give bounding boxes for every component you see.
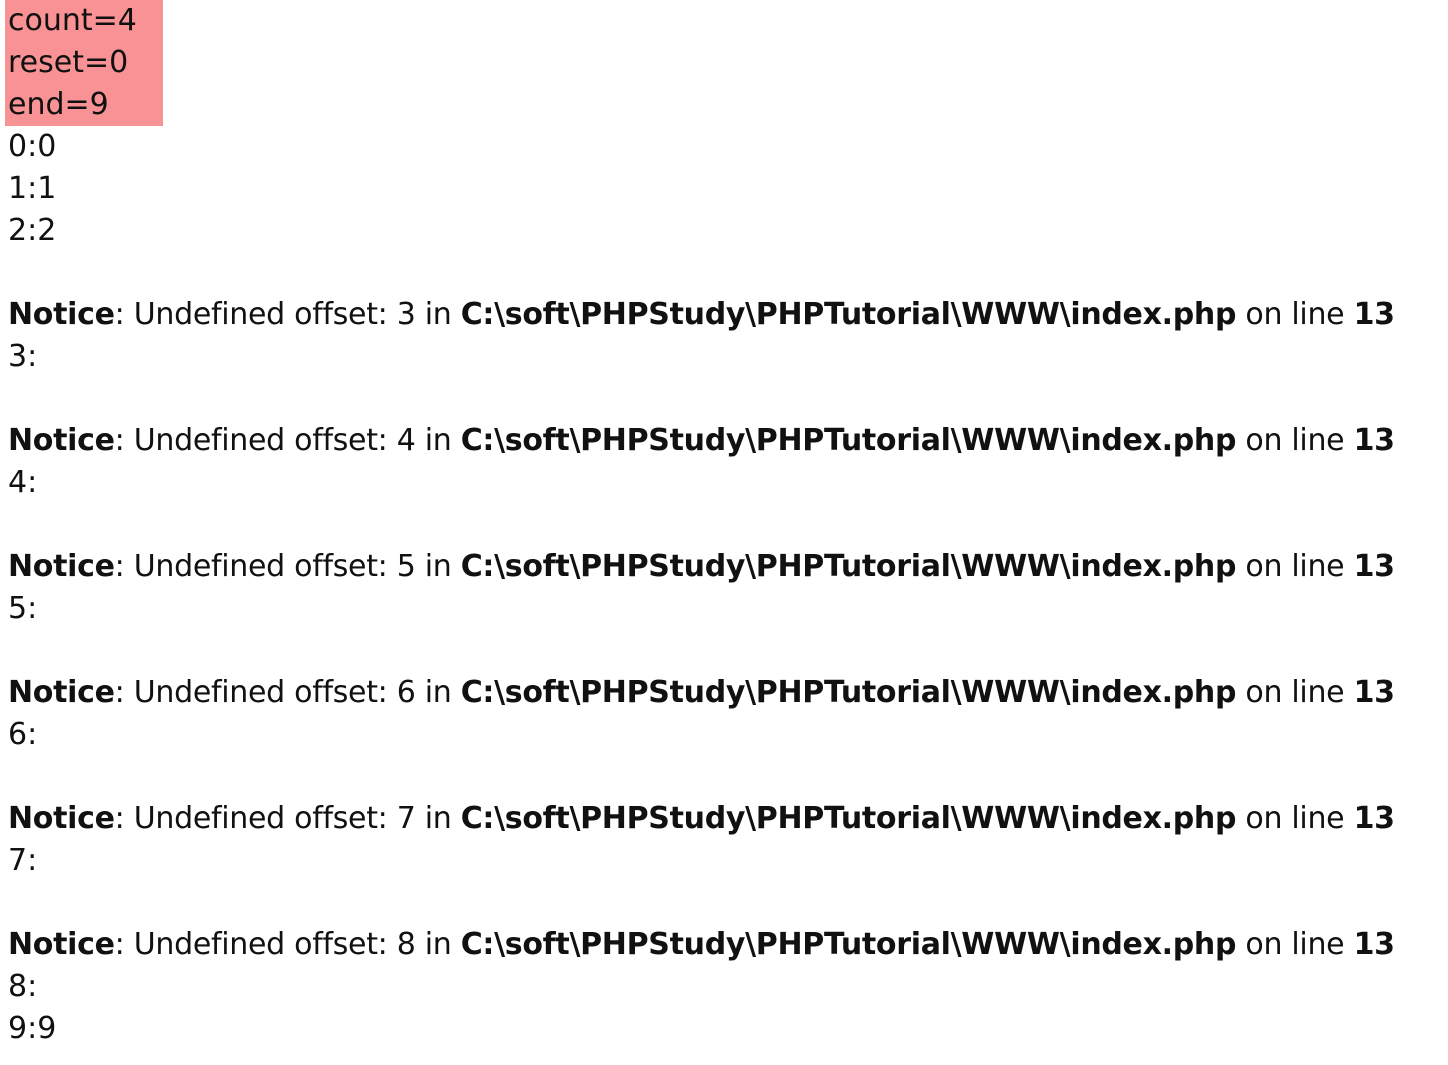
php-output-page: count=4 reset=0 end=9 0:0 1:1 2:2 Notice… <box>0 0 1448 1050</box>
var-end: end=9 <box>8 87 109 122</box>
notice-file-path: C:\soft\PHPStudy\PHPTutorial\WWW\index.p… <box>460 423 1237 458</box>
php-notice: Notice: Undefined offset: 7 in C:\soft\P… <box>8 798 1448 840</box>
notice-label: Notice <box>8 423 115 458</box>
notice-on-line: on line <box>1236 801 1354 836</box>
output-row: 5: <box>8 591 38 626</box>
notice-file-path: C:\soft\PHPStudy\PHPTutorial\WWW\index.p… <box>460 675 1237 710</box>
output-row: 2:2 <box>8 213 57 248</box>
output-row: 8: <box>8 969 38 1004</box>
notice-file-path: C:\soft\PHPStudy\PHPTutorial\WWW\index.p… <box>460 801 1237 836</box>
php-notice: Notice: Undefined offset: 8 in C:\soft\P… <box>8 924 1448 966</box>
output-row: 3: <box>8 339 38 374</box>
notice-label: Notice <box>8 927 115 962</box>
php-notice: Notice: Undefined offset: 3 in C:\soft\P… <box>8 294 1448 336</box>
notice-on-line: on line <box>1236 927 1354 962</box>
notice-message: : Undefined offset: 5 in <box>114 549 461 584</box>
var-count: count=4 <box>8 3 137 38</box>
notice-line-number: 13 <box>1353 423 1395 458</box>
output-row: 4: <box>8 465 38 500</box>
notice-message: : Undefined offset: 4 in <box>114 423 461 458</box>
notice-label: Notice <box>8 549 115 584</box>
notice-file-path: C:\soft\PHPStudy\PHPTutorial\WWW\index.p… <box>460 927 1237 962</box>
output-row: 6: <box>8 717 38 752</box>
php-notice: Notice: Undefined offset: 4 in C:\soft\P… <box>8 420 1448 462</box>
output-row: 0:0 <box>8 129 57 164</box>
notice-label: Notice <box>8 297 115 332</box>
php-notice: Notice: Undefined offset: 5 in C:\soft\P… <box>8 546 1448 588</box>
notice-file-path: C:\soft\PHPStudy\PHPTutorial\WWW\index.p… <box>460 549 1237 584</box>
notice-label: Notice <box>8 801 115 836</box>
notice-on-line: on line <box>1236 675 1354 710</box>
output-row: 7: <box>8 843 38 878</box>
notice-message: : Undefined offset: 6 in <box>114 675 461 710</box>
notice-on-line: on line <box>1236 549 1354 584</box>
notice-line-number: 13 <box>1353 549 1395 584</box>
output-row: 1:1 <box>8 171 57 206</box>
notice-message: : Undefined offset: 7 in <box>114 801 461 836</box>
php-notice: Notice: Undefined offset: 6 in C:\soft\P… <box>8 672 1448 714</box>
var-reset: reset=0 <box>8 45 129 80</box>
notice-message: : Undefined offset: 3 in <box>114 297 461 332</box>
notice-file-path: C:\soft\PHPStudy\PHPTutorial\WWW\index.p… <box>460 297 1237 332</box>
notice-on-line: on line <box>1236 297 1354 332</box>
notice-line-number: 13 <box>1353 675 1395 710</box>
notice-line-number: 13 <box>1353 927 1395 962</box>
notice-message: : Undefined offset: 8 in <box>114 927 461 962</box>
variables-highlight-box: count=4 reset=0 end=9 <box>5 0 163 126</box>
notice-on-line: on line <box>1236 423 1354 458</box>
notice-label: Notice <box>8 675 115 710</box>
output-row: 9:9 <box>8 1011 57 1046</box>
notice-line-number: 13 <box>1353 297 1395 332</box>
notice-line-number: 13 <box>1353 801 1395 836</box>
